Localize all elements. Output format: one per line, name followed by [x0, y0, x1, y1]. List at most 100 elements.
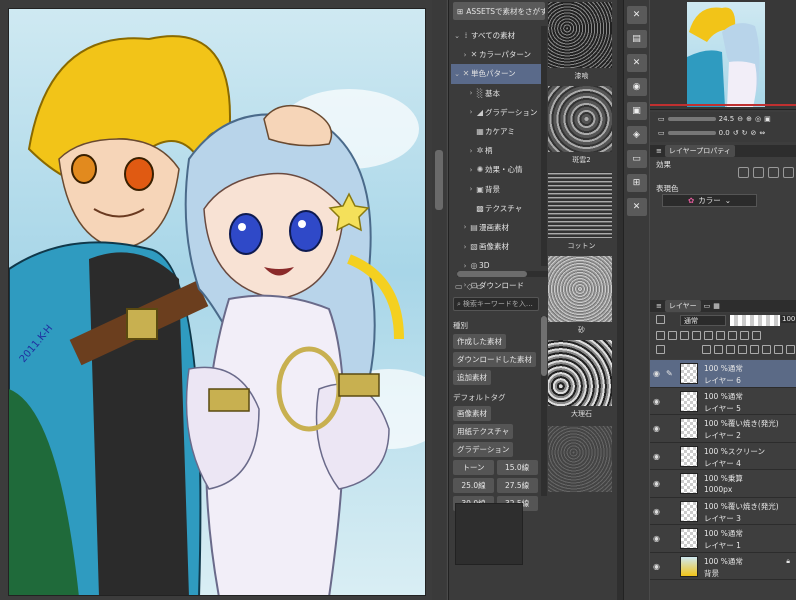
- tree-item-color-pattern[interactable]: › ✕ カラーパターン: [451, 45, 547, 64]
- eye-icon[interactable]: ◉: [653, 369, 660, 378]
- fit-icon[interactable]: ◎: [755, 115, 761, 123]
- chevron-right-icon[interactable]: ›: [461, 223, 469, 231]
- folder-icon[interactable]: ▭: [455, 282, 463, 291]
- tab-third-icon[interactable]: ▦: [713, 302, 720, 310]
- chevron-right-icon[interactable]: ›: [461, 243, 469, 251]
- rotate-slider[interactable]: [667, 131, 716, 135]
- tree-item-all[interactable]: ⌄ ⁞ すべての素材: [451, 26, 547, 45]
- close-icon[interactable]: ✕: [626, 54, 647, 72]
- tree-item-gradation[interactable]: › ◢ グラデーション: [451, 103, 547, 122]
- canvas-area[interactable]: 2011.K-H: [0, 0, 447, 600]
- eye-icon[interactable]: ◉: [653, 424, 660, 433]
- rotate-right-icon[interactable]: ↻: [742, 129, 748, 137]
- rotate-left-icon[interactable]: ↺: [733, 129, 739, 137]
- apply-mask-icon[interactable]: [774, 345, 783, 354]
- chevron-down-icon[interactable]: ⌄: [453, 70, 461, 78]
- border-effect-icon[interactable]: [738, 167, 749, 178]
- expression-color-select[interactable]: ✿ カラー ⌄: [662, 194, 757, 207]
- layer-row[interactable]: ◉ 100 %通常 レイヤー 5: [650, 387, 796, 415]
- eye-icon[interactable]: ◉: [653, 452, 660, 461]
- eye-icon[interactable]: ◉: [653, 397, 660, 406]
- transfer-down-icon[interactable]: [738, 345, 747, 354]
- image-icon[interactable]: ▣: [626, 102, 647, 120]
- material-thumbnail[interactable]: 砂: [548, 256, 615, 335]
- chevron-right-icon[interactable]: ›: [461, 262, 469, 270]
- zoom-out-icon[interactable]: ▭: [658, 115, 665, 123]
- eye-icon[interactable]: ◉: [653, 507, 660, 516]
- tag-button[interactable]: 15.0線: [496, 460, 538, 475]
- canvas-vertical-scrollbar[interactable]: [432, 0, 446, 600]
- folder-icon[interactable]: ▭: [626, 150, 647, 168]
- chevron-right-icon[interactable]: ›: [467, 108, 475, 116]
- opacity-slider[interactable]: [730, 315, 780, 326]
- delete-icon[interactable]: ✕: [626, 198, 647, 216]
- layer-row[interactable]: ◉ 100 %覆い焼き(発光) レイヤー 3: [650, 497, 796, 525]
- mask-add-icon[interactable]: [762, 345, 771, 354]
- merge-down-icon[interactable]: [750, 345, 759, 354]
- tag-icon[interactable]: ◇: [467, 282, 473, 291]
- tree-vertical-scrollbar[interactable]: [541, 26, 547, 266]
- panel-menu-icon[interactable]: ≡: [656, 147, 662, 155]
- layer-row[interactable]: ◉ 100 %通常 レイヤー 1: [650, 525, 796, 553]
- tag-button[interactable]: 追加素材: [453, 370, 491, 385]
- tag-button[interactable]: 27.5線: [496, 478, 538, 493]
- zoom-plus-icon[interactable]: ⊕: [746, 115, 752, 123]
- layer-row[interactable]: ◉ 100 %スクリーン レイヤー 4: [650, 442, 796, 470]
- camera-icon[interactable]: ◉: [626, 78, 647, 96]
- canvas-scroll-thumb[interactable]: [435, 150, 443, 210]
- blend-mode-select[interactable]: 通常: [680, 315, 726, 326]
- chevron-right-icon[interactable]: ›: [461, 51, 469, 59]
- ruler-icon[interactable]: [740, 331, 749, 340]
- more-icon[interactable]: [752, 331, 761, 340]
- tree-hscroll-thumb[interactable]: [457, 271, 527, 277]
- lock-alpha-icon[interactable]: [692, 331, 701, 340]
- rotate-icon[interactable]: ▭: [658, 129, 665, 137]
- tag-button[interactable]: 画像素材: [453, 406, 491, 421]
- reset-rotation-icon[interactable]: ⊘: [751, 129, 757, 137]
- lock-icon[interactable]: 🔒︎: [786, 557, 790, 566]
- tree-item-mono-pattern[interactable]: ⌄ ✕ 単色パターン: [451, 64, 547, 84]
- image-icon[interactable]: ▫: [477, 282, 482, 291]
- opacity-value[interactable]: 100: [781, 315, 796, 323]
- clip-icon[interactable]: [656, 331, 665, 340]
- chevron-right-icon[interactable]: ›: [467, 166, 475, 174]
- tab-second-icon[interactable]: ▭: [704, 302, 711, 310]
- new-folder-icon[interactable]: [726, 345, 735, 354]
- tone-effect-icon[interactable]: [753, 167, 764, 178]
- actual-size-icon[interactable]: ▣: [764, 115, 771, 123]
- new-vector-layer-icon[interactable]: [714, 345, 723, 354]
- panel-menu-icon[interactable]: ≡: [656, 302, 662, 310]
- folder-add-icon[interactable]: ⊞: [626, 174, 647, 192]
- zoom-minus-icon[interactable]: ⊖: [737, 115, 743, 123]
- tree-item-image[interactable]: › ▧ 画像素材: [451, 237, 547, 256]
- tab-layer-property[interactable]: レイヤープロパティ: [664, 145, 735, 157]
- show-panel-icon[interactable]: [656, 345, 665, 354]
- tree-item-effect[interactable]: › ✺ 効果・心情: [451, 160, 547, 179]
- tags-scrollbar[interactable]: [541, 316, 547, 496]
- material-thumbnail[interactable]: 斑雲2: [548, 86, 615, 165]
- assets-search-button[interactable]: ⊞ ASSETSで素材をさがす: [453, 2, 545, 20]
- mask-icon[interactable]: [704, 331, 713, 340]
- chevron-down-icon[interactable]: ⌄: [453, 32, 461, 40]
- material-thumbnail[interactable]: 漆喰: [548, 2, 615, 81]
- draft-icon[interactable]: [716, 331, 725, 340]
- canvas-artwork[interactable]: 2011.K-H: [8, 8, 426, 596]
- material-thumbnail[interactable]: 大理石: [548, 340, 615, 419]
- layer-row[interactable]: ◉ 100 %覆い焼き(発光) レイヤー 2: [650, 415, 796, 443]
- layer-row[interactable]: ◉ ✎ 100 %通常 レイヤー 6: [650, 360, 796, 388]
- delete-layer-icon[interactable]: [786, 345, 795, 354]
- tab-layer[interactable]: レイヤー: [664, 300, 701, 312]
- tree-item-crosshatch[interactable]: ▦ カケアミ: [451, 122, 547, 141]
- chevron-right-icon[interactable]: ›: [467, 185, 475, 193]
- tree-item-texture[interactable]: ▩ テクスチャ: [451, 199, 547, 218]
- material-thumbnail[interactable]: コットン: [548, 172, 615, 251]
- layer-mode-icon[interactable]: [656, 315, 665, 324]
- layer-color-icon[interactable]: [768, 167, 779, 178]
- tag-button[interactable]: トーン: [453, 460, 494, 475]
- tree-item-background[interactable]: › ▣ 背景: [451, 180, 547, 199]
- tag-button[interactable]: 用紙テクスチャ: [453, 424, 514, 439]
- reference-icon[interactable]: [668, 331, 677, 340]
- layer-row[interactable]: ◉ 100 %通常 背景 🔒︎: [650, 552, 796, 580]
- paste-to-canvas-icon[interactable]: ▤: [626, 30, 647, 48]
- tree-item-basic[interactable]: › ░ 基本: [451, 84, 547, 103]
